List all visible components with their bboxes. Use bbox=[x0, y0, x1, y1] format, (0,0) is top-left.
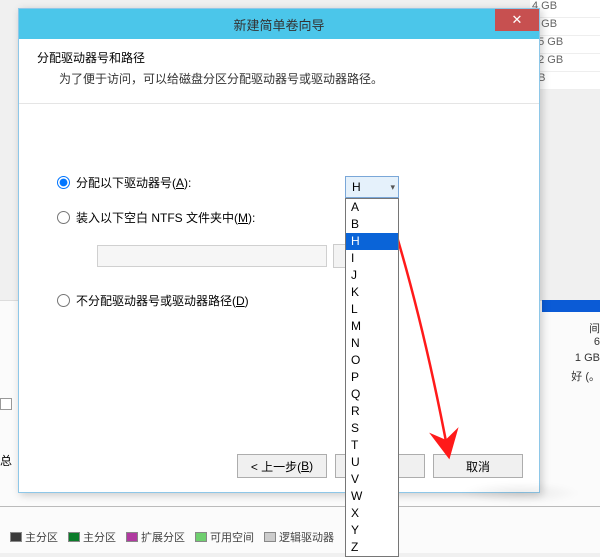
drive-option-t[interactable]: T bbox=[346, 437, 398, 454]
cancel-button[interactable]: 取消 bbox=[433, 454, 523, 478]
bg-side-text: 间 bbox=[589, 320, 600, 336]
drive-option-l[interactable]: L bbox=[346, 301, 398, 318]
bg-info-column: 4 GB 5 GB 25 GB 32 GB 1B bbox=[530, 0, 600, 90]
bg-smudge bbox=[460, 482, 580, 504]
drive-option-y[interactable]: Y bbox=[346, 522, 398, 539]
wizard-header: 分配驱动器号和路径 为了便于访问，可以给磁盘分区分配驱动器号或驱动器路径。 bbox=[19, 39, 539, 104]
drive-letter-select[interactable]: H ▾ bbox=[345, 176, 399, 198]
legend-item: 主分区 bbox=[68, 529, 116, 545]
drive-option-m[interactable]: M bbox=[346, 318, 398, 335]
wizard-subheading: 为了便于访问，可以给磁盘分区分配驱动器号或驱动器路径。 bbox=[59, 70, 521, 87]
drive-option-w[interactable]: W bbox=[346, 488, 398, 505]
drive-option-i[interactable]: I bbox=[346, 250, 398, 267]
legend-item: 扩展分区 bbox=[126, 529, 185, 545]
back-button[interactable]: < 上一步(B) bbox=[237, 454, 327, 478]
radio-no-assign[interactable]: 不分配驱动器号或驱动器路径(D) bbox=[57, 292, 511, 309]
bg-side-text: 6 bbox=[594, 336, 600, 348]
drive-option-b[interactable]: B bbox=[346, 216, 398, 233]
legend-item: 可用空间 bbox=[195, 529, 254, 545]
wizard-dialog: 新建简单卷向导 ✕ 分配驱动器号和路径 为了便于访问，可以给磁盘分区分配驱动器号… bbox=[18, 8, 540, 493]
drive-option-v[interactable]: V bbox=[346, 471, 398, 488]
bg-spinner bbox=[0, 398, 12, 410]
bg-side-text: 好 (。 bbox=[571, 368, 600, 384]
radio-assign-input[interactable] bbox=[57, 176, 70, 189]
wizard-heading: 分配驱动器号和路径 bbox=[37, 49, 521, 66]
chevron-down-icon: ▾ bbox=[390, 182, 395, 193]
wizard-body: 分配以下驱动器号(A): 装入以下空白 NTFS 文件夹中(M): 浏 bbox=[19, 104, 539, 337]
drive-option-r[interactable]: R bbox=[346, 403, 398, 420]
drive-option-h[interactable]: H bbox=[346, 233, 398, 250]
drive-select-display[interactable]: H ▾ bbox=[345, 176, 399, 198]
drive-option-o[interactable]: O bbox=[346, 352, 398, 369]
bg-left-text: 总 bbox=[0, 452, 12, 469]
bg-cell: 25 GB bbox=[530, 36, 600, 54]
drive-option-u[interactable]: U bbox=[346, 454, 398, 471]
drive-select-value: H bbox=[352, 180, 361, 194]
bg-cell: 5 GB bbox=[530, 18, 600, 36]
bg-volume-box bbox=[542, 300, 600, 312]
drive-option-j[interactable]: J bbox=[346, 267, 398, 284]
drive-option-n[interactable]: N bbox=[346, 335, 398, 352]
drive-letter-dropdown[interactable]: ABHIJKLMNOPQRSTUVWXYZ bbox=[345, 198, 399, 557]
drive-option-a[interactable]: A bbox=[346, 199, 398, 216]
radio-assign-letter[interactable]: 分配以下驱动器号(A): bbox=[57, 174, 511, 191]
bg-divider bbox=[0, 506, 600, 507]
legend: 主分区 主分区 扩展分区 可用空间 逻辑驱动器 bbox=[10, 529, 334, 545]
legend-item: 主分区 bbox=[10, 529, 58, 545]
drive-option-z[interactable]: Z bbox=[346, 539, 398, 556]
radio-mount-input[interactable] bbox=[57, 211, 70, 224]
close-button[interactable]: ✕ bbox=[495, 9, 539, 31]
titlebar[interactable]: 新建简单卷向导 ✕ bbox=[19, 9, 539, 39]
bg-cell: 4 GB bbox=[530, 0, 600, 18]
drive-option-s[interactable]: S bbox=[346, 420, 398, 437]
radio-assign-label: 分配以下驱动器号(A): bbox=[76, 174, 191, 191]
drive-option-q[interactable]: Q bbox=[346, 386, 398, 403]
legend-item: 逻辑驱动器 bbox=[264, 529, 334, 545]
dialog-title: 新建简单卷向导 bbox=[233, 15, 324, 34]
drive-option-k[interactable]: K bbox=[346, 284, 398, 301]
radio-none-input[interactable] bbox=[57, 294, 70, 307]
radio-mount-folder[interactable]: 装入以下空白 NTFS 文件夹中(M): bbox=[57, 209, 511, 226]
radio-none-label: 不分配驱动器号或驱动器路径(D) bbox=[76, 292, 249, 309]
bg-cell: 32 GB bbox=[530, 54, 600, 72]
radio-mount-label: 装入以下空白 NTFS 文件夹中(M): bbox=[76, 209, 255, 226]
bg-side-text: 1 GB bbox=[575, 352, 600, 364]
mount-path-input bbox=[97, 245, 327, 267]
drive-option-p[interactable]: P bbox=[346, 369, 398, 386]
drive-option-x[interactable]: X bbox=[346, 505, 398, 522]
bg-cell: 1B bbox=[530, 72, 600, 90]
close-icon: ✕ bbox=[512, 12, 523, 28]
